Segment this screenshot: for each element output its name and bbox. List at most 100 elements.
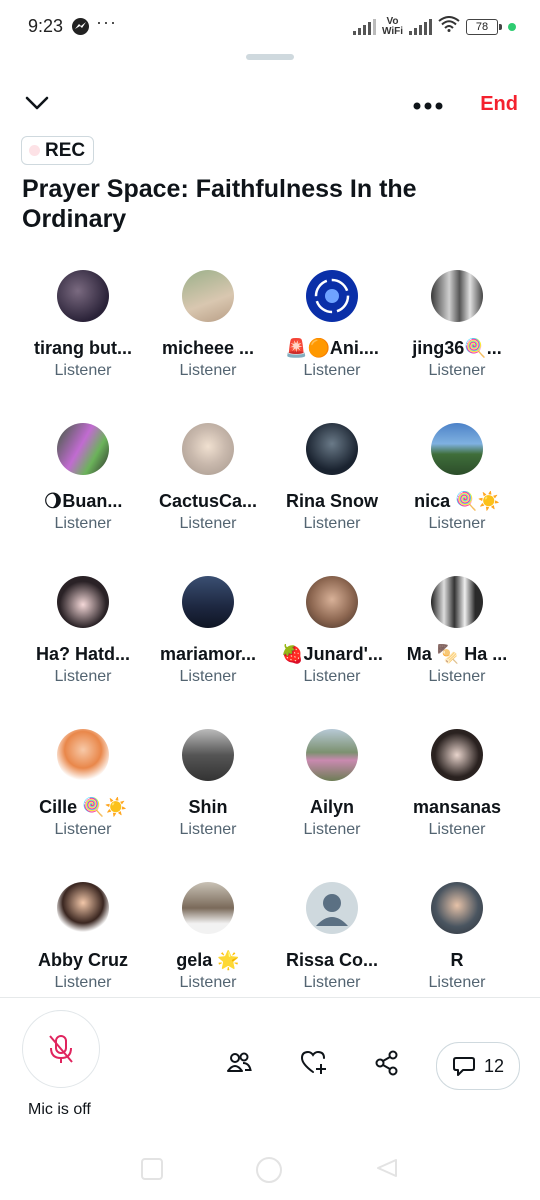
messenger-icon [72, 18, 89, 35]
participant-role: Listener [54, 362, 112, 379]
avatar [306, 270, 358, 322]
clock: 9:23 [28, 16, 64, 36]
avatar [431, 882, 483, 934]
drag-handle[interactable] [246, 54, 294, 60]
comment-icon [452, 1057, 475, 1076]
participant-role: Listener [428, 362, 486, 379]
participant-role: Listener [428, 515, 486, 532]
default-avatar-icon [306, 882, 358, 934]
privacy-indicator-dot [508, 22, 516, 31]
signal-2-icon [409, 18, 432, 35]
participant-name: tirang but... [34, 338, 132, 358]
participant-role: Listener [303, 668, 361, 685]
heart-plus-icon[interactable] [300, 1050, 328, 1081]
participant-role: Listener [179, 821, 237, 838]
participant-role: Listener [428, 974, 486, 991]
avatar [57, 423, 109, 475]
participant-role: Listener [179, 362, 237, 379]
mic-off-icon [49, 1035, 73, 1063]
space-header: End [0, 80, 540, 130]
battery-icon: 78 [466, 18, 502, 35]
participant-name: 🌖Buan... [43, 491, 123, 511]
participant-name: micheee ... [161, 338, 255, 358]
participant-role: Listener [179, 515, 237, 532]
more-options-icon[interactable] [412, 92, 444, 112]
home-button[interactable] [256, 1157, 282, 1183]
participant-role: Listener [54, 668, 112, 685]
participant-card[interactable]: tirang but... Listener [21, 268, 145, 421]
participant-name: Abby Cruz [38, 950, 128, 970]
participant-name: nica 🍭☀️ [414, 491, 500, 511]
participant-card[interactable]: 🌖Buan... Listener [21, 421, 145, 574]
participant-role: Listener [303, 821, 361, 838]
mic-toggle-button[interactable] [22, 1010, 100, 1088]
avatar [57, 576, 109, 628]
participant-name: Ma 🍢 Ha ... [406, 644, 508, 664]
participant-card[interactable]: gela 🌟 Listener [146, 880, 270, 996]
avatar [182, 882, 234, 934]
wifi-icon [438, 16, 460, 37]
participant-card[interactable]: 🍓Junard'... Listener [270, 574, 394, 727]
avatar [306, 576, 358, 628]
participant-card[interactable]: CactusCa... Listener [146, 421, 270, 574]
participant-name: 🚨🟠Ani.... [285, 338, 379, 358]
participant-name: jing36🍭... [412, 338, 502, 358]
end-space-button[interactable]: End [480, 93, 518, 116]
recording-label: REC [45, 139, 86, 161]
participant-name: gela 🌟 [176, 950, 240, 970]
participant-card[interactable]: Shin Listener [146, 727, 270, 880]
avatar [182, 576, 234, 628]
participant-role: Listener [428, 821, 486, 838]
participant-name: Cille 🍭☀️ [39, 797, 127, 817]
participant-card[interactable]: jing36🍭... Listener [395, 268, 519, 421]
participant-name: CactusCa... [158, 491, 258, 511]
participants-grid: tirang but... Listener micheee ... Liste… [21, 268, 519, 996]
participant-card[interactable]: Ailyn Listener [270, 727, 394, 880]
participant-card[interactable]: R Listener [395, 880, 519, 996]
participant-name: 🍓Junard'... [281, 644, 383, 664]
participant-card[interactable]: Cille 🍭☀️ Listener [21, 727, 145, 880]
participant-card[interactable]: mariamor... Listener [146, 574, 270, 727]
avatar [57, 270, 109, 322]
participant-role: Listener [428, 668, 486, 685]
signal-icon [352, 18, 376, 35]
participant-role: Listener [303, 362, 361, 379]
participant-role: Listener [179, 974, 237, 991]
divider [0, 997, 540, 998]
recording-badge: REC [21, 136, 95, 165]
participant-card[interactable]: Ha? Hatd... Listener [21, 574, 145, 727]
participant-card[interactable]: mansanas Listener [395, 727, 519, 880]
participant-role: Listener [54, 515, 112, 532]
avatar [182, 729, 234, 781]
participant-role: Listener [303, 974, 361, 991]
participant-card[interactable]: Rissa Co... Listener [270, 880, 394, 996]
avatar [431, 423, 483, 475]
chevron-down-icon[interactable] [24, 92, 50, 119]
avatar [182, 423, 234, 475]
avatar [431, 729, 483, 781]
participant-role: Listener [179, 668, 237, 685]
comments-button[interactable]: 12 [436, 1042, 520, 1090]
participant-name: mansanas [412, 797, 502, 817]
avatar [57, 729, 109, 781]
participant-card[interactable]: Ma 🍢 Ha ... Listener [395, 574, 519, 727]
participant-card[interactable]: Abby Cruz Listener [21, 880, 145, 996]
share-icon[interactable] [374, 1050, 400, 1081]
participant-name: Shin [188, 797, 228, 817]
participant-name: mariamor... [159, 644, 257, 664]
system-nav-bar [0, 1150, 540, 1190]
participant-name: Rissa Co... [285, 950, 379, 970]
participant-card[interactable]: nica 🍭☀️ Listener [395, 421, 519, 574]
participant-card[interactable]: 🚨🟠Ani.... Listener [270, 268, 394, 421]
avatar [431, 270, 483, 322]
space-title: Prayer Space: Faithfulness In the Ordina… [22, 175, 417, 233]
participant-card[interactable]: micheee ... Listener [146, 268, 270, 421]
people-icon[interactable] [226, 1050, 252, 1081]
recents-button[interactable] [141, 1158, 163, 1180]
participant-card[interactable]: Rina Snow Listener [270, 421, 394, 574]
back-button[interactable] [376, 1158, 398, 1183]
participant-name: Rina Snow [285, 491, 378, 511]
participant-name: Ailyn [309, 797, 354, 817]
recording-dot-icon [29, 145, 40, 156]
avatar [182, 270, 234, 322]
